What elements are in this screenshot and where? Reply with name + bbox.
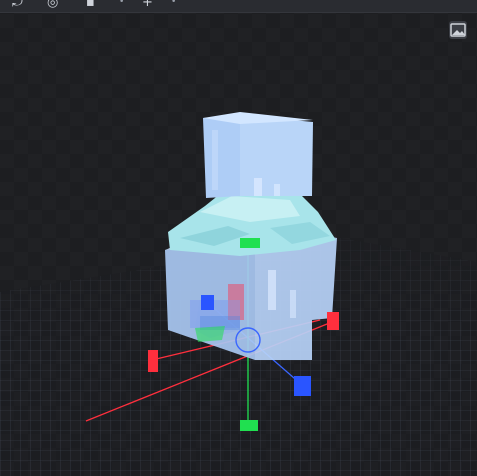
target-icon: ◎ [47, 0, 59, 10]
voxel-model [165, 112, 337, 360]
move-icon: + [142, 0, 153, 10]
model-head [203, 112, 313, 198]
image-icon [450, 23, 466, 37]
gizmo-handle-y-bottom [240, 420, 258, 431]
viewport-toolbar: ⤾ ◎ ▪ •• + •• [0, 0, 477, 13]
gizmo-handle-x-right [327, 312, 339, 330]
screenshot-button[interactable] [449, 21, 467, 39]
gizmo-mode-button[interactable]: ▪ [86, 0, 95, 12]
gizmo-handle-x-left [148, 350, 158, 372]
undo-icon: ⤾ [12, 0, 23, 10]
gizmo-plane-handle [195, 326, 225, 342]
target-button[interactable]: ◎ [47, 0, 58, 12]
move-button[interactable]: + [142, 0, 153, 12]
gizmo-handle-y-top [240, 238, 260, 248]
gizmo-mode-more-icon[interactable]: •• [119, 0, 124, 7]
undo-button[interactable]: ⤾ [12, 0, 23, 12]
scene-canvas [0, 112, 477, 476]
move-more-icon[interactable]: •• [171, 0, 176, 7]
gizmo-handle-z-front [294, 376, 311, 396]
gizmo-handle-z-back [201, 295, 214, 310]
gizmo-mode-icon: ▪ [86, 0, 95, 10]
3d-viewport[interactable] [0, 0, 477, 476]
